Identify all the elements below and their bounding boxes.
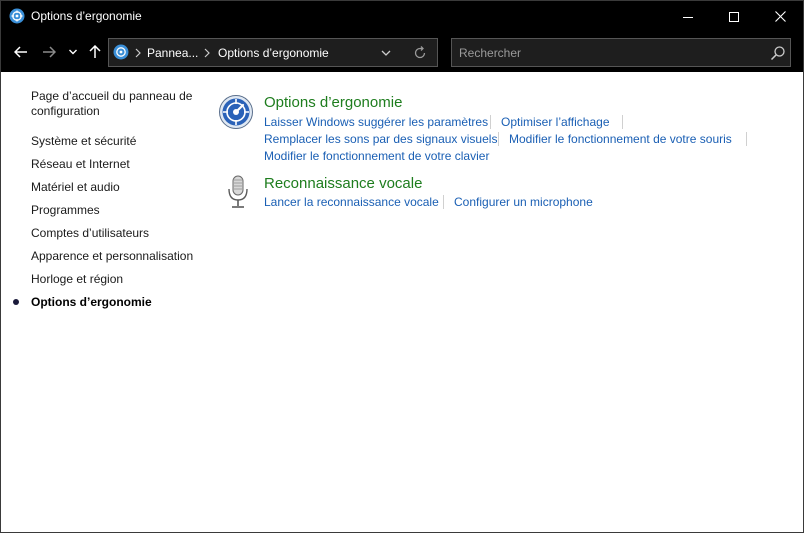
close-icon xyxy=(774,11,786,22)
navigation-bar: Pannea... Options d’ergonomie xyxy=(1,32,803,72)
sidebar-item-programs[interactable]: Programmes xyxy=(31,203,100,217)
control-panel-window: Options d’ergonomie Pannea... Options d’… xyxy=(0,0,804,533)
control-panel-icon xyxy=(113,44,129,60)
link-divider xyxy=(443,195,444,209)
search-input[interactable] xyxy=(452,39,762,66)
breadcrumb-chevron-icon[interactable] xyxy=(202,45,212,61)
link-divider xyxy=(490,115,491,129)
sidebar-item-appearance[interactable]: Apparence et personnalisation xyxy=(31,249,193,263)
forward-button[interactable] xyxy=(38,42,60,62)
sidebar-item-network-internet[interactable]: Réseau et Internet xyxy=(31,157,130,171)
link-replace-sounds[interactable]: Remplacer les sons par des signaux visue… xyxy=(264,132,497,146)
up-button[interactable] xyxy=(84,42,106,62)
sidebar-item-clock-region[interactable]: Horloge et région xyxy=(31,272,123,286)
chevron-down-icon[interactable] xyxy=(379,46,393,60)
minimize-button[interactable] xyxy=(665,1,711,32)
link-change-keyboard[interactable]: Modifier le fonctionnement de votre clav… xyxy=(264,149,489,163)
active-bullet-icon xyxy=(13,299,19,305)
close-button[interactable] xyxy=(757,1,803,32)
link-let-windows-suggest[interactable]: Laisser Windows suggérer les paramètres xyxy=(264,115,488,129)
control-panel-app-icon xyxy=(9,8,25,24)
link-divider xyxy=(622,115,623,129)
search-box[interactable] xyxy=(451,38,791,67)
window-title: Options d’ergonomie xyxy=(31,9,142,23)
sidebar-item-user-accounts[interactable]: Comptes d’utilisateurs xyxy=(31,226,149,240)
link-optimize-display[interactable]: Optimiser l’affichage xyxy=(501,115,610,129)
maximize-icon xyxy=(729,11,739,22)
link-change-mouse[interactable]: Modifier le fonctionnement de votre sour… xyxy=(509,132,732,146)
link-start-speech-recognition[interactable]: Lancer la reconnaissance vocale xyxy=(264,195,439,209)
address-bar[interactable]: Pannea... Options d’ergonomie xyxy=(108,38,438,67)
main-content: Options d’ergonomie Laisser Windows sugg… xyxy=(211,72,803,532)
title-bar: Options d’ergonomie xyxy=(1,1,803,32)
microphone-icon[interactable] xyxy=(220,174,256,210)
refresh-icon[interactable] xyxy=(412,45,428,61)
sidebar: Page d’accueil du panneau de configurati… xyxy=(1,72,211,532)
maximize-button[interactable] xyxy=(711,1,757,32)
chevron-down-icon xyxy=(69,49,77,55)
category-title-ease-of-access[interactable]: Options d’ergonomie xyxy=(264,94,402,111)
sidebar-item-ease-of-access[interactable]: Options d’ergonomie xyxy=(31,295,152,309)
link-divider xyxy=(498,132,499,146)
search-icon[interactable] xyxy=(770,45,786,61)
arrow-up-icon xyxy=(89,45,101,58)
sidebar-item-control-panel-home[interactable]: Page d’accueil du panneau de configurati… xyxy=(31,89,206,119)
sidebar-item-hardware-sound[interactable]: Matériel et audio xyxy=(31,180,120,194)
breadcrumb-item-control-panel[interactable]: Pannea... xyxy=(147,46,198,60)
minimize-icon xyxy=(683,16,693,18)
back-button[interactable] xyxy=(10,42,32,62)
breadcrumb-item-current[interactable]: Options d’ergonomie xyxy=(218,46,329,60)
arrow-right-icon xyxy=(43,46,56,58)
link-divider xyxy=(746,132,747,146)
arrow-left-icon xyxy=(14,46,27,58)
category-title-speech-recognition[interactable]: Reconnaissance vocale xyxy=(264,175,422,192)
recent-locations-button[interactable] xyxy=(66,42,80,62)
link-set-up-microphone[interactable]: Configurer un microphone xyxy=(454,195,593,209)
ease-of-access-icon[interactable] xyxy=(218,94,254,130)
breadcrumb-chevron-icon[interactable] xyxy=(133,45,143,61)
sidebar-item-system-security[interactable]: Système et sécurité xyxy=(31,134,136,148)
